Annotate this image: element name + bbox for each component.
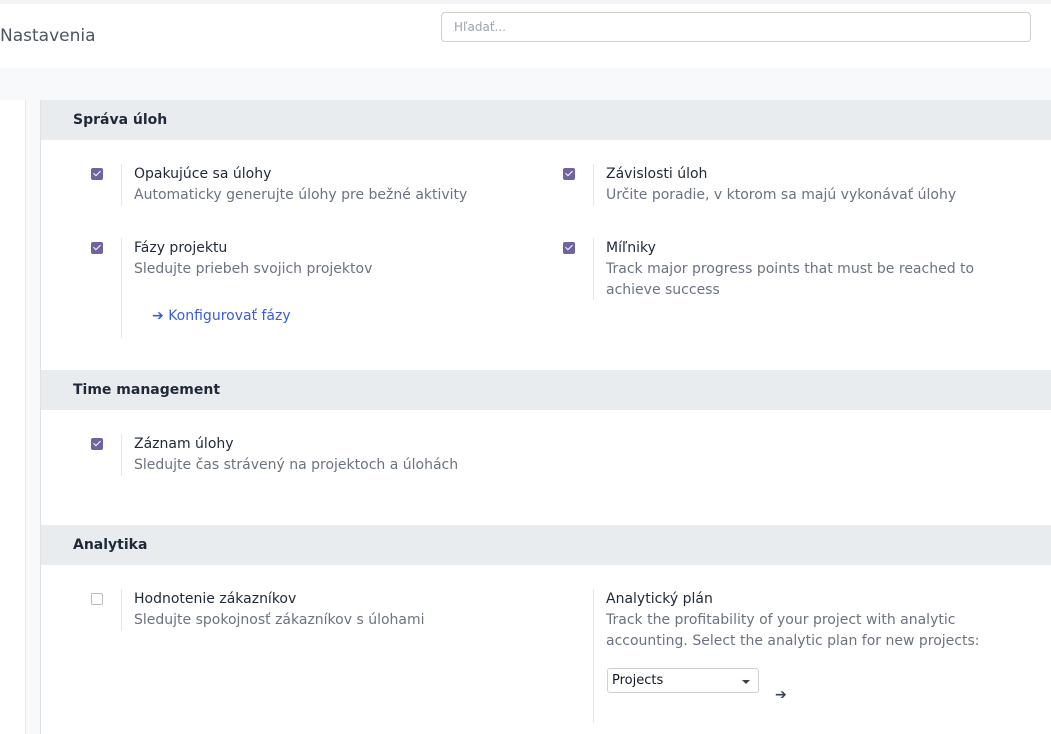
timesheets-checkbox[interactable] <box>91 438 103 450</box>
divider <box>593 238 594 300</box>
search-input[interactable] <box>441 12 1031 42</box>
configure-stages-link[interactable]: ➔ Konfigurovať fázy <box>152 308 291 324</box>
setting-label: Záznam úlohy <box>134 436 234 452</box>
settings-content: Správa úloh Opakujúce sa úlohy Automatic… <box>40 100 1051 734</box>
task-dependencies-checkbox[interactable] <box>563 168 575 180</box>
page-title: Nastavenia <box>0 26 96 46</box>
setting-description: Určite poradie, v ktorom sa majú vykonáv… <box>606 187 957 203</box>
setting-description: Automaticky generujte úlohy pre bežné ak… <box>134 187 468 203</box>
project-stages-checkbox[interactable] <box>91 242 103 254</box>
setting-description: Sledujte čas strávený na projektoch a úl… <box>134 457 459 473</box>
section-header-analytics: Analytika <box>41 525 1051 565</box>
milestones-checkbox[interactable] <box>563 242 575 254</box>
configure-stages-label: Konfigurovať fázy <box>168 308 291 324</box>
setting-label: Analytický plán <box>606 591 713 607</box>
section-header-time-management: Time management <box>41 370 1051 410</box>
control-panel: Nastavenia <box>0 0 1051 68</box>
divider <box>121 164 122 206</box>
analytic-plan-value: Projects <box>612 673 664 688</box>
setting-label: Závislosti úloh <box>606 166 708 182</box>
caret-down-icon <box>742 680 750 684</box>
setting-description: Track the profitability of your project … <box>606 612 980 649</box>
arrow-right-icon[interactable]: ➔ <box>775 687 787 703</box>
divider <box>593 164 594 206</box>
setting-description: Sledujte priebeh svojich projektov <box>134 261 373 277</box>
setting-label: Fázy projektu <box>134 240 228 256</box>
setting-label: Míľniky <box>606 240 656 256</box>
section-header-task-management: Správa úloh <box>41 100 1051 140</box>
divider <box>121 434 122 476</box>
divider <box>593 589 594 723</box>
setting-label: Opakujúce sa úlohy <box>134 166 272 182</box>
divider <box>121 238 122 338</box>
recurring-tasks-checkbox[interactable] <box>91 168 103 180</box>
setting-description: Sledujte spokojnosť zákazníkov s úlohami <box>134 612 425 628</box>
customer-ratings-checkbox[interactable] <box>91 593 103 605</box>
arrow-right-icon: ➔ <box>152 308 164 324</box>
analytic-plan-select[interactable]: Projects <box>607 668 759 693</box>
settings-app-sidebar <box>0 100 26 734</box>
setting-description: Track major progress points that must be… <box>606 261 975 298</box>
setting-label: Hodnotenie zákazníkov <box>134 591 297 607</box>
divider <box>121 589 122 631</box>
